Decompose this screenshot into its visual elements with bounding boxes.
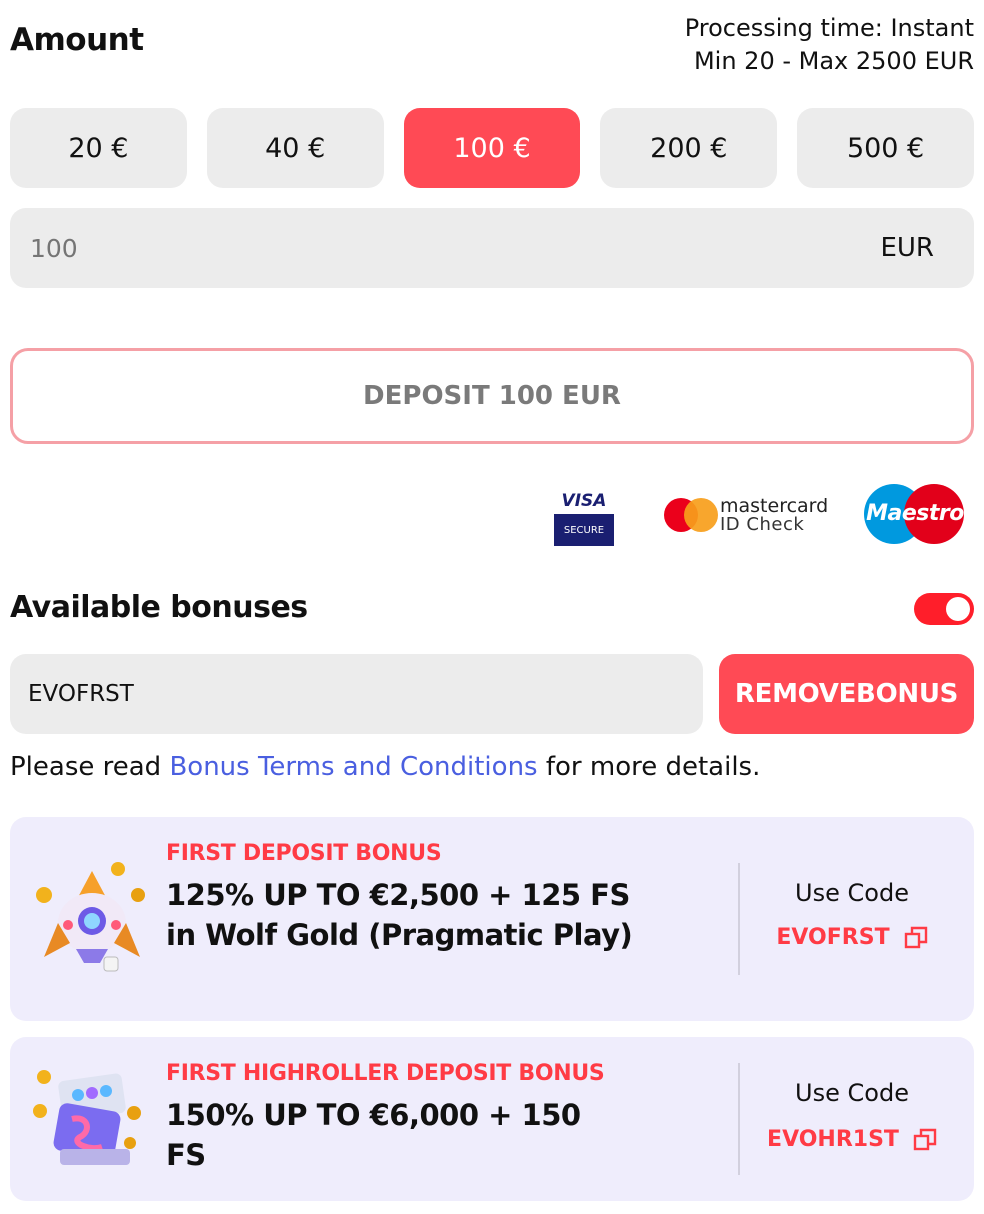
code-row: EVOHR1ST xyxy=(742,1127,962,1152)
amount-input[interactable] xyxy=(30,233,881,263)
amount-header: Amount Processing time: Instant Min 20 -… xyxy=(10,8,974,78)
bonus-kicker: FIRST HIGHROLLER DEPOSIT BONUS xyxy=(166,1061,605,1086)
copy-icon[interactable] xyxy=(913,1128,937,1152)
available-bonuses-title: Available bonuses xyxy=(10,590,308,625)
amount-limits: Min 20 - Max 2500 EUR xyxy=(693,47,974,75)
slot-cards-icon xyxy=(33,1070,141,1165)
preset-100-button[interactable]: 100 € xyxy=(403,108,581,188)
toggle-knob xyxy=(946,597,970,621)
bonus-code-field xyxy=(10,654,703,734)
bonus-headline: 150% UP TO €6,000 + 150 FS xyxy=(166,1098,581,1172)
remove-bonus-button[interactable]: REMOVEBONUS xyxy=(719,654,974,734)
visa-secure-logo: VISA SECURE xyxy=(554,488,614,546)
rocket-icon xyxy=(36,862,145,972)
bonus-card-first-deposit[interactable]: FIRST DEPOSIT BONUS 125% UP TO €2,500 + … xyxy=(10,817,974,1021)
currency-label: EUR xyxy=(880,233,934,263)
amount-title: Amount xyxy=(10,22,144,58)
bonus-card-highroller[interactable]: FIRST HIGHROLLER DEPOSIT BONUS 150% UP T… xyxy=(10,1037,974,1201)
card-divider xyxy=(738,1063,740,1175)
bonus-kicker: FIRST DEPOSIT BONUS xyxy=(166,841,442,866)
preset-500-button[interactable]: 500 € xyxy=(797,108,974,188)
mastercard-id-check-logo: mastercard ID Check xyxy=(664,495,834,536)
bonus-code: EVOFRST xyxy=(776,925,890,950)
bonus-terms-link[interactable]: Bonus Terms and Conditions xyxy=(169,752,537,782)
card-divider xyxy=(738,863,740,975)
use-code-label: Use Code xyxy=(795,879,909,907)
copy-icon[interactable] xyxy=(904,926,928,950)
processing-time: Processing time: Instant xyxy=(684,14,974,42)
use-code-label: Use Code xyxy=(795,1079,909,1107)
amount-presets: 20 € 40 € 100 € 200 € 500 € xyxy=(10,108,974,188)
amount-field: EUR xyxy=(10,208,974,288)
bonus-toggle[interactable] xyxy=(914,593,974,625)
preset-40-button[interactable]: 40 € xyxy=(206,108,384,188)
bonus-code: EVOHR1ST xyxy=(767,1127,899,1152)
terms-text: Please read Bonus Terms and Conditions f… xyxy=(10,752,761,782)
bonus-code-input[interactable] xyxy=(28,681,685,707)
preset-200-button[interactable]: 200 € xyxy=(600,108,778,188)
preset-20-button[interactable]: 20 € xyxy=(10,108,187,188)
payment-logos: VISA SECURE mastercard ID Check Maestro xyxy=(0,480,984,550)
deposit-button[interactable]: DEPOSIT 100 EUR xyxy=(10,348,974,444)
code-row: EVOFRST xyxy=(742,925,962,950)
bonus-headline: 125% UP TO €2,500 + 125 FS in Wolf Gold … xyxy=(166,878,633,952)
mastercard-orange-circle-icon xyxy=(684,498,718,532)
maestro-logo: Maestro xyxy=(864,484,966,546)
processing-info: Processing time: Instant Min 20 - Max 25… xyxy=(685,12,974,78)
